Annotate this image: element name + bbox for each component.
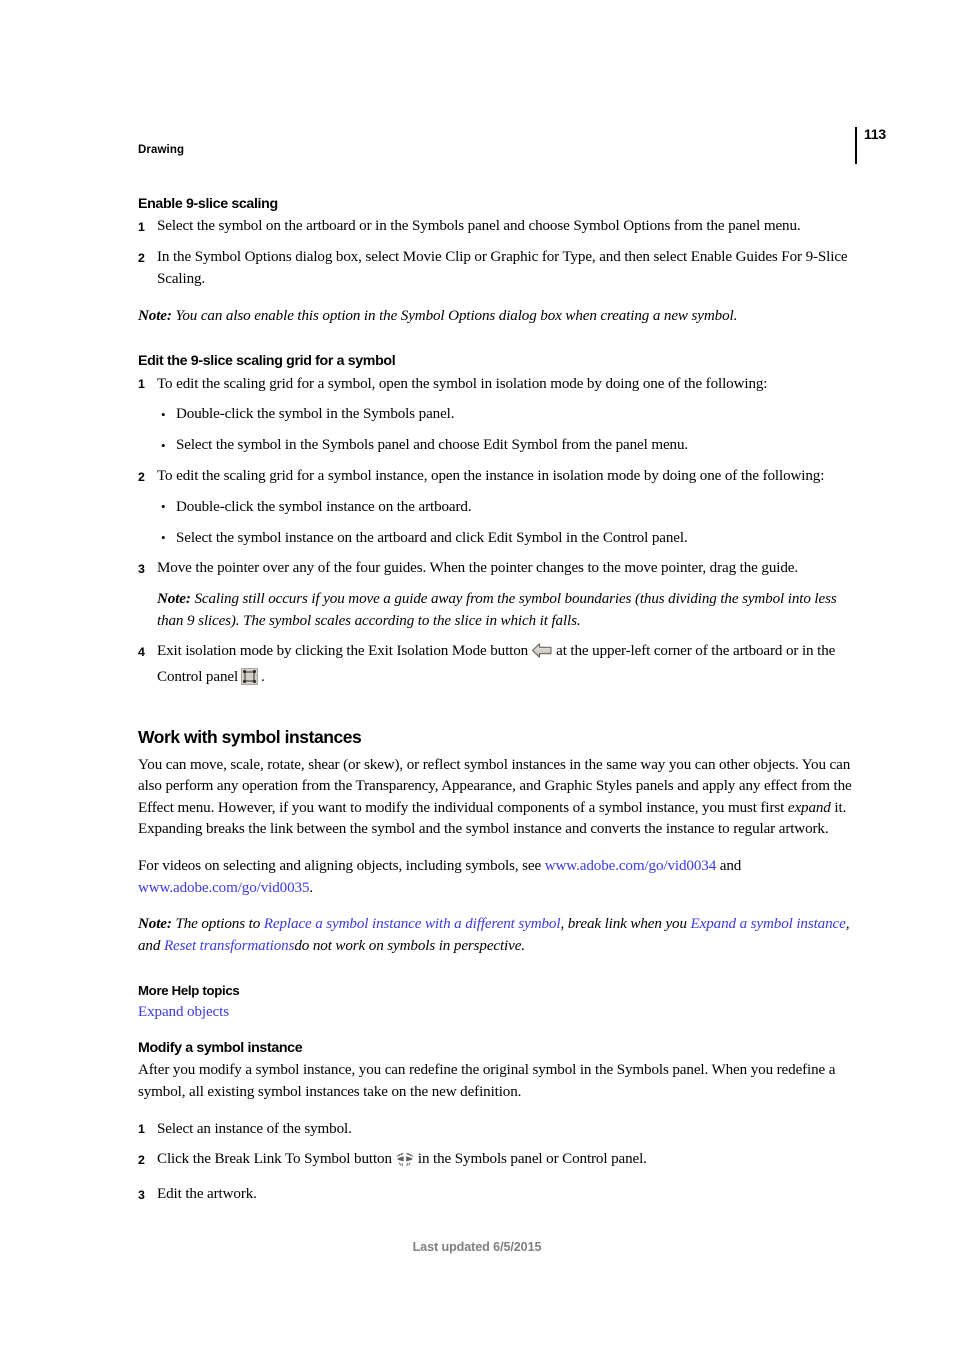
paragraph: You can move, scale, rotate, shear (or s… bbox=[138, 755, 852, 841]
step-text: Select the symbol on the artboard or in … bbox=[157, 218, 801, 235]
step-number: 1 bbox=[138, 377, 145, 392]
link-replace-symbol-instance[interactable]: Replace a symbol instance with a differe… bbox=[264, 916, 561, 932]
note-paragraph: Note: You can also enable this option in… bbox=[138, 306, 852, 328]
list-item: • Double-click the symbol instance on th… bbox=[138, 497, 852, 519]
step-text: To edit the scaling grid for a symbol in… bbox=[157, 468, 825, 485]
folio-divider-rule bbox=[855, 127, 857, 164]
link-expand-objects[interactable]: Expand objects bbox=[138, 1004, 229, 1020]
note-paragraph: Note: The options to Replace a symbol in… bbox=[138, 914, 852, 957]
document-page: Drawing 113 Enable 9-slice scaling 1 Sel… bbox=[0, 0, 954, 1350]
list-item: 2 In the Symbol Options dialog box, sele… bbox=[138, 247, 852, 291]
link-vid0034[interactable]: www.adobe.com/go/vid0034 bbox=[545, 858, 716, 874]
heading-more-help-topics: More Help topics bbox=[138, 983, 240, 999]
link-reset-transformations[interactable]: Reset transformations bbox=[164, 938, 295, 954]
footer-last-updated: Last updated 6/5/2015 bbox=[412, 1240, 542, 1254]
note-label: Note: bbox=[138, 307, 172, 324]
page-number: 113 bbox=[864, 126, 886, 142]
step-text: Select an instance of the symbol. bbox=[157, 1120, 352, 1137]
emphasis-expand: expand bbox=[787, 799, 831, 816]
step-text: In the Symbol Options dialog box, select… bbox=[157, 249, 848, 287]
break-link-to-symbol-icon bbox=[395, 1151, 415, 1175]
heading-edit-9-slice-grid: Edit the 9-slice scaling grid for a symb… bbox=[138, 353, 396, 370]
paragraph-text: and bbox=[716, 857, 742, 874]
step-number: 2 bbox=[138, 250, 145, 265]
list-item: 3 Move the pointer over any of the four … bbox=[138, 558, 852, 580]
running-head: Drawing bbox=[138, 144, 185, 156]
bullet-icon: • bbox=[161, 437, 166, 453]
bullet-text: Double-click the symbol instance on the … bbox=[176, 498, 472, 515]
paragraph: For videos on selecting and aligning obj… bbox=[138, 856, 852, 899]
page-content: Enable 9-slice scaling 1 Select the symb… bbox=[138, 196, 852, 1215]
step-text: in the Symbols panel or Control panel. bbox=[417, 1151, 647, 1168]
link-vid0035[interactable]: www.adobe.com/go/vid0035 bbox=[138, 880, 309, 896]
step-text: Edit the artwork. bbox=[157, 1186, 257, 1203]
list-item: • Select the symbol instance on the artb… bbox=[138, 528, 852, 550]
bullet-icon: • bbox=[161, 499, 166, 515]
list-item: • Double-click the symbol in the Symbols… bbox=[138, 404, 852, 426]
paragraph-text: . bbox=[309, 879, 314, 896]
step-number: 2 bbox=[138, 469, 145, 484]
link-expand-symbol-instance[interactable]: Expand a symbol instance bbox=[691, 916, 846, 932]
step-number: 3 bbox=[138, 561, 145, 576]
list-item: 2 Click the Break Link To Symbol button i… bbox=[138, 1149, 852, 1175]
list-item: 3 Edit the artwork. bbox=[138, 1184, 852, 1206]
paragraph-text: You can move, scale, rotate, shear (or s… bbox=[138, 756, 852, 816]
bullet-icon: • bbox=[161, 530, 166, 546]
exit-isolation-mode-icon bbox=[531, 642, 553, 667]
step-number: 2 bbox=[138, 1152, 145, 1167]
step-text: To edit the scaling grid for a symbol, o… bbox=[157, 375, 768, 392]
step-number: 1 bbox=[138, 1122, 145, 1137]
heading-work-with-symbol-instances: Work with symbol instances bbox=[138, 727, 362, 747]
note-label: Note: bbox=[138, 916, 172, 933]
step-number: 1 bbox=[138, 219, 145, 234]
bullet-text: Double-click the symbol in the Symbols p… bbox=[176, 406, 455, 423]
note-paragraph: Note: Scaling still occurs if you move a… bbox=[138, 589, 852, 632]
bullet-text: Select the symbol instance on the artboa… bbox=[176, 529, 688, 546]
step-number: 3 bbox=[138, 1187, 145, 1202]
heading-modify-a-symbol-instance: Modify a symbol instance bbox=[138, 1040, 303, 1057]
more-help-link-list: Expand objects bbox=[138, 1002, 852, 1024]
note-label: Note: bbox=[157, 591, 191, 608]
list-item: 1 Select the symbol on the artboard or i… bbox=[138, 216, 852, 238]
bullet-icon: • bbox=[161, 406, 166, 422]
paragraph-text: For videos on selecting and aligning obj… bbox=[138, 857, 545, 874]
bullet-text: Select the symbol in the Symbols panel a… bbox=[176, 437, 689, 454]
note-text: do not work on symbols in perspective. bbox=[294, 937, 525, 954]
note-text: The options to bbox=[175, 916, 264, 933]
isolation-mode-control-icon bbox=[241, 668, 258, 693]
step-number: 4 bbox=[138, 644, 145, 659]
list-item: 4 Exit isolation mode by clicking the Ex… bbox=[138, 641, 852, 693]
list-item: • Select the symbol in the Symbols panel… bbox=[138, 435, 852, 457]
note-text: Scaling still occurs if you move a guide… bbox=[157, 591, 837, 629]
paragraph: After you modify a symbol instance, you … bbox=[138, 1062, 836, 1101]
step-text: . bbox=[261, 669, 265, 686]
list-item: 2 To edit the scaling grid for a symbol … bbox=[138, 466, 852, 488]
step-text: Click the Break Link To Symbol button bbox=[157, 1151, 392, 1168]
list-item: 1 To edit the scaling grid for a symbol,… bbox=[138, 374, 852, 396]
heading-enable-9-slice-scaling: Enable 9-slice scaling bbox=[138, 196, 278, 212]
step-text: Move the pointer over any of the four gu… bbox=[157, 560, 798, 577]
step-text: Exit isolation mode by clicking the Exit… bbox=[157, 643, 529, 660]
list-item: 1 Select an instance of the symbol. bbox=[138, 1119, 852, 1141]
note-text: , break link when you bbox=[560, 916, 691, 933]
note-text: You can also enable this option in the S… bbox=[175, 307, 738, 324]
